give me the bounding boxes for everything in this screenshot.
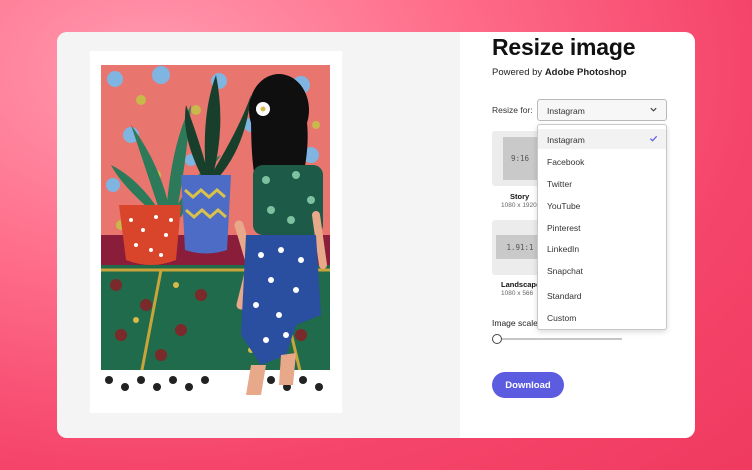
image-preview	[90, 51, 342, 413]
image-scale-label: Image scale	[492, 318, 538, 328]
menu-item-linkedin[interactable]: LinkedIn	[538, 238, 666, 258]
preset-size: 1080 x 1920	[501, 202, 537, 209]
menu-item-facebook[interactable]: Facebook	[538, 151, 666, 171]
menu-item-standard[interactable]: Standard	[538, 285, 666, 305]
menu-item-label: Pinterest	[547, 223, 581, 233]
menu-item-pinterest[interactable]: Pinterest	[538, 217, 666, 237]
powered-prefix: Powered by	[492, 67, 543, 78]
menu-item-label: Standard	[547, 291, 582, 301]
preset-name: Story	[510, 192, 530, 201]
platform-dropdown-menu: Instagram Facebook Twitter YouTube Pinte…	[537, 124, 667, 330]
powered-by: Powered by Adobe Photoshop	[492, 67, 627, 78]
preset-name: Landscape	[501, 280, 541, 289]
image-preview-panel	[57, 32, 460, 438]
chevron-down-icon	[650, 107, 657, 112]
menu-item-custom[interactable]: Custom	[538, 307, 666, 327]
menu-item-label: Instagram	[547, 135, 585, 145]
powered-brand: Adobe Photoshop	[544, 67, 627, 78]
menu-item-label: Snapchat	[547, 266, 583, 276]
image-scale-track[interactable]	[500, 338, 622, 340]
preset-ratio: 9:16	[503, 137, 537, 180]
menu-item-label: YouTube	[547, 201, 581, 211]
checkmark-icon	[649, 135, 658, 142]
menu-item-label: Twitter	[547, 179, 573, 189]
platform-select[interactable]: Instagram	[537, 99, 667, 121]
menu-item-youtube[interactable]: YouTube	[538, 195, 666, 215]
page-title: Resize image	[492, 34, 636, 60]
artwork-illustration	[101, 65, 330, 399]
menu-item-twitter[interactable]: Twitter	[538, 173, 666, 193]
menu-item-snapchat[interactable]: Snapchat	[538, 260, 666, 280]
resize-for-label: Resize for:	[492, 105, 533, 115]
menu-item-instagram[interactable]: Instagram	[538, 129, 666, 149]
preset-size: 1080 x 566	[501, 290, 534, 297]
platform-select-value: Instagram	[547, 106, 585, 116]
menu-item-label: Custom	[547, 313, 577, 323]
image-scale-thumb[interactable]	[492, 334, 502, 344]
download-button[interactable]: Download	[492, 372, 564, 398]
menu-item-label: LinkedIn	[547, 244, 580, 254]
menu-item-label: Facebook	[547, 157, 585, 167]
